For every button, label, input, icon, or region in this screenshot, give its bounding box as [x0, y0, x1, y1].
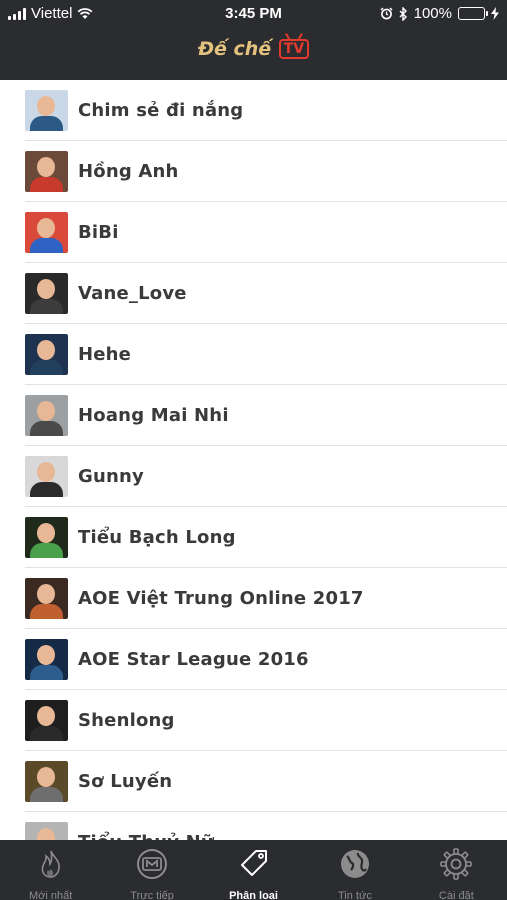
top-bar: Viettel 3:45 PM 100% Đế chế TV — [0, 0, 507, 80]
channel-name: Shenlong — [78, 709, 175, 731]
gear-icon — [438, 846, 474, 887]
channel-name: Tiểu Bạch Long — [78, 526, 236, 548]
logo-text: Đế chế — [197, 38, 272, 60]
channel-name: Gunny — [78, 465, 144, 487]
flame-icon — [33, 846, 69, 887]
channel-list: Chim sẻ đi nắng Hồng Anh BiBi Vane_Love Hehe… — [0, 80, 507, 840]
tab-globe[interactable]: Tin tức — [304, 840, 405, 900]
channel-name: AOE Việt Trung Online 2017 — [78, 587, 364, 609]
avatar — [25, 577, 68, 619]
list-item[interactable]: Tiểu Bạch Long — [25, 507, 507, 568]
tab-label: Mới nhất — [29, 890, 73, 900]
avatar — [25, 455, 68, 497]
tab-label: Cài đặt — [438, 890, 474, 900]
tab-label: Phân loại — [229, 890, 278, 900]
channel-name: Hồng Anh — [78, 160, 179, 182]
globe-icon — [337, 846, 373, 887]
channel-name: Hehe — [78, 343, 132, 365]
status-bar: Viettel 3:45 PM 100% — [0, 0, 507, 28]
avatar — [25, 150, 68, 192]
channel-name: AOE Star League 2016 — [78, 648, 309, 670]
tab-bar: Mới nhất Trực tiếp Phân loại Tin tức Cài đặt — [0, 840, 507, 900]
avatar — [25, 394, 68, 436]
alarm-icon — [380, 7, 393, 20]
avatar — [25, 821, 68, 840]
avatar — [25, 760, 68, 802]
tab-gear[interactable]: Cài đặt — [406, 840, 507, 900]
list-item[interactable]: Sơ Luyến — [25, 751, 507, 812]
avatar — [25, 699, 68, 741]
live-tv-icon — [134, 846, 170, 887]
list-item[interactable]: AOE Việt Trung Online 2017 — [25, 568, 507, 629]
list-item[interactable]: Shenlong — [25, 690, 507, 751]
list-item[interactable]: Tiểu Thuỷ Nữ — [25, 812, 507, 840]
channel-name: Sơ Luyến — [78, 770, 173, 792]
tab-live-tv[interactable]: Trực tiếp — [101, 840, 202, 900]
avatar — [25, 272, 68, 314]
tab-label: Trực tiếp — [130, 890, 174, 900]
channel-name: Vane_Love — [78, 282, 187, 304]
list-item[interactable]: Vane_Love — [25, 263, 507, 324]
list-item[interactable]: Hoang Mai Nhi — [25, 385, 507, 446]
charging-icon — [491, 7, 499, 20]
tab-flame[interactable]: Mới nhất — [0, 840, 101, 900]
tv-badge: TV — [278, 39, 310, 59]
avatar — [25, 211, 68, 253]
list-item[interactable]: Hồng Anh — [25, 141, 507, 202]
list-item[interactable]: Gunny — [25, 446, 507, 507]
app-logo: Đế chế TV — [0, 38, 507, 60]
bluetooth-icon — [399, 6, 407, 21]
avatar — [25, 333, 68, 375]
avatar — [25, 516, 68, 558]
tag-icon — [236, 846, 272, 887]
tab-tag[interactable]: Phân loại — [203, 840, 304, 900]
channel-name: BiBi — [78, 221, 119, 243]
list-item[interactable]: BiBi — [25, 202, 507, 263]
channel-name: Hoang Mai Nhi — [78, 404, 229, 426]
list-item[interactable]: AOE Star League 2016 — [25, 629, 507, 690]
list-item[interactable]: Chim sẻ đi nắng — [25, 80, 507, 141]
channel-name: Chim sẻ đi nắng — [78, 99, 244, 121]
avatar — [25, 638, 68, 680]
battery-icon — [458, 7, 488, 20]
list-item[interactable]: Hehe — [25, 324, 507, 385]
tab-label: Tin tức — [337, 890, 372, 900]
avatar — [25, 89, 68, 131]
battery-percent: 100% — [413, 5, 452, 22]
channel-name: Tiểu Thuỷ Nữ — [78, 832, 214, 841]
